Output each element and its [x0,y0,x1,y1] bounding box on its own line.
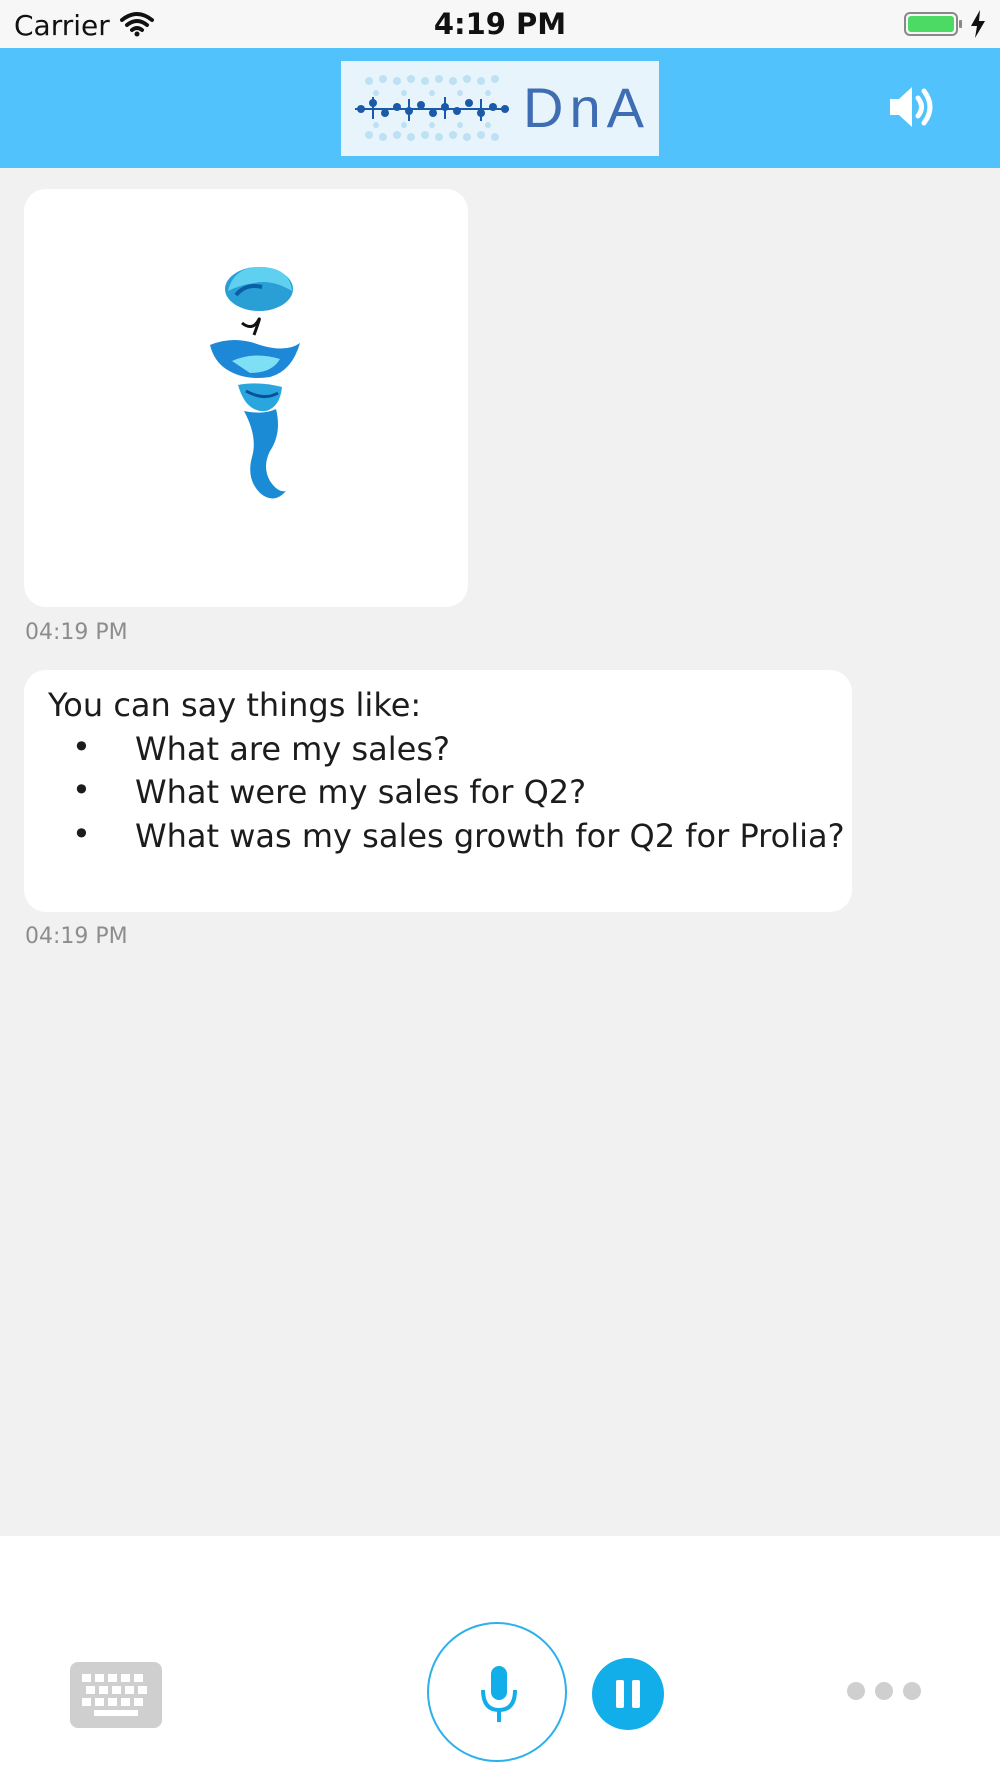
microphone-icon [481,1666,517,1722]
suggestion-text: What were my sales for Q2? [135,773,587,811]
message-timestamp: 04:19 PM [25,924,128,949]
battery-icon [904,12,962,36]
logo-graphic [355,75,509,141]
text-message-bubble: You can say things like: • What are my s… [24,670,852,912]
status-bar: Carrier 4:19 PM [0,0,1000,48]
message-intro-text: You can say things like: [48,686,422,724]
keyboard-icon [82,1674,147,1716]
more-icon [875,1682,893,1700]
logo-text: DnA [523,76,650,139]
bottom-control-bar [0,1536,1000,1778]
keyboard-button[interactable] [70,1662,162,1728]
microphone-button[interactable] [427,1622,567,1762]
image-message-bubble [24,189,468,607]
bullet: • [72,771,91,809]
bullet: • [72,815,91,853]
more-options-button[interactable] [845,1680,923,1702]
speaker-volume-icon[interactable] [888,84,938,130]
pause-icon [616,1680,624,1708]
more-icon [847,1682,865,1700]
status-time: 4:19 PM [433,7,567,41]
chat-area[interactable]: 04:19 PM You can say things like: • What… [0,168,1000,1536]
suggestion-text: What are my sales? [135,730,450,768]
app-logo: DnA [341,61,659,156]
app-header: DnA [0,48,1000,168]
pause-icon [632,1680,640,1708]
suggestion-text: What was my sales growth for Q2 for Prol… [135,817,845,855]
charging-bolt-icon [971,10,985,38]
message-timestamp: 04:19 PM [25,620,128,645]
genie-mascot-image [210,266,300,499]
more-icon [903,1682,921,1700]
pause-button[interactable] [592,1658,664,1730]
bullet: • [72,728,91,766]
